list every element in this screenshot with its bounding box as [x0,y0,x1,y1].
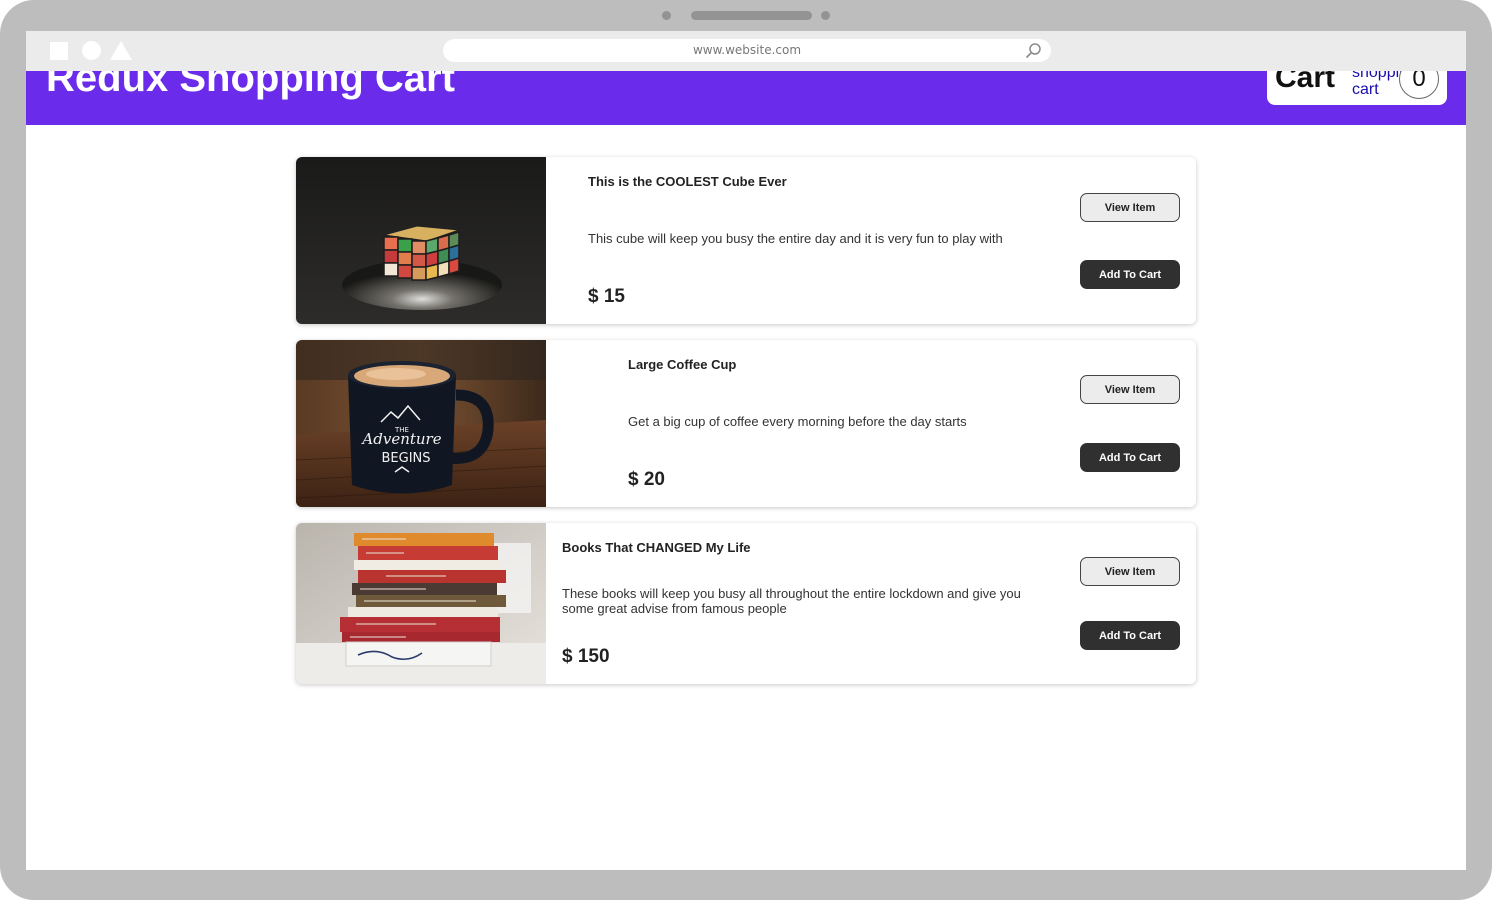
device-speaker [691,11,812,20]
product-info: This is the COOLEST Cube Ever This cube … [588,157,1026,324]
product-description: This cube will keep you busy the entire … [588,231,1003,246]
search-icon[interactable] [1025,42,1042,59]
mug-text-begins: BEGINS [381,451,430,466]
product-price: $ 15 [588,286,625,307]
browser-window: Redux Shopping Cart Cart shopping cart 0… [26,31,1466,870]
add-to-cart-button[interactable]: Add To Cart [1080,443,1180,472]
url-text: www.website.com [692,43,802,57]
mug-text-adventure: Adventure [360,430,441,448]
square-icon[interactable] [50,42,68,60]
product-name: Books That CHANGED My Life [562,540,751,555]
product-info: Books That CHANGED My Life These books w… [562,523,1046,684]
device-frame: Redux Shopping Cart Cart shopping cart 0… [0,0,1492,900]
view-item-button[interactable]: View Item [1080,193,1180,222]
view-item-button[interactable]: View Item [1080,375,1180,404]
product-price: $ 20 [628,469,665,490]
address-bar[interactable]: www.website.com [443,39,1051,62]
product-name: Large Coffee Cup [628,357,737,372]
product-name: This is the COOLEST Cube Ever [588,174,787,189]
product-image-cube [296,157,546,324]
product-description: Get a big cup of coffee every morning be… [628,414,967,429]
circle-icon[interactable] [82,41,101,60]
product-card: THE Adventure BEGINS Large Coffee Cup Ge… [296,340,1196,507]
product-card: This is the COOLEST Cube Ever This cube … [296,157,1196,324]
browser-toolbar: www.website.com [26,31,1466,71]
product-image-books [296,523,546,684]
product-info: Large Coffee Cup Get a big cup of coffee… [628,340,1026,507]
device-sensor-dot [821,11,830,20]
view-item-button[interactable]: View Item [1080,557,1180,586]
product-image-mug: THE Adventure BEGINS [296,340,546,507]
triangle-icon[interactable] [110,41,132,60]
add-to-cart-button[interactable]: Add To Cart [1080,621,1180,650]
product-card: Books That CHANGED My Life These books w… [296,523,1196,684]
device-camera-dot [662,11,671,20]
add-to-cart-button[interactable]: Add To Cart [1080,260,1180,289]
product-description: These books will keep you busy all throu… [562,586,1021,616]
product-price: $ 150 [562,646,610,667]
